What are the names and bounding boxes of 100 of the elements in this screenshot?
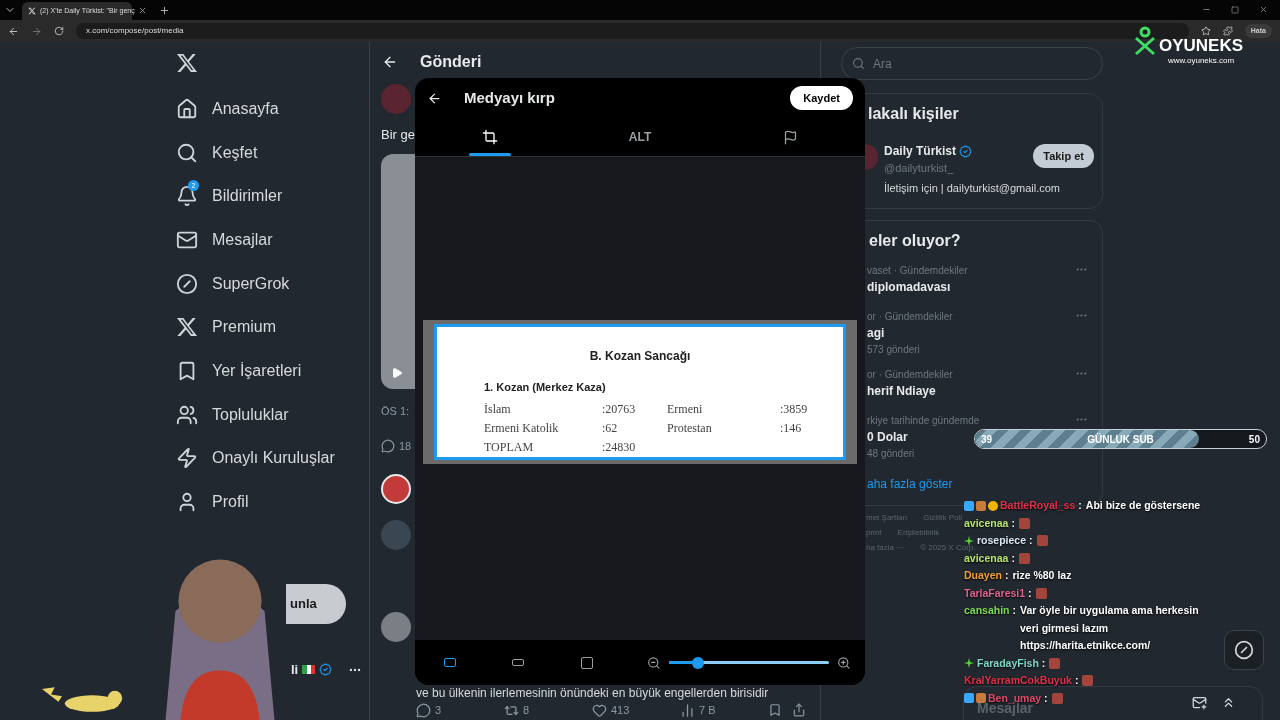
italy-flag-icon bbox=[302, 665, 316, 675]
gift-badge-icon bbox=[976, 500, 986, 511]
document-cell-text: Protestan bbox=[667, 419, 713, 437]
chat-username: KralYarramCokBuyuk bbox=[964, 673, 1072, 688]
reload-icon[interactable] bbox=[54, 26, 64, 36]
save-button[interactable]: Kaydet bbox=[790, 86, 853, 110]
action-count: 7 B bbox=[699, 702, 716, 718]
action-count: 8 bbox=[523, 702, 530, 718]
author-avatar bbox=[381, 84, 411, 114]
chat-username: BattleRoyal_ss bbox=[1000, 498, 1076, 513]
emote-icon bbox=[1018, 552, 1030, 564]
bookmark-icon[interactable] bbox=[768, 703, 782, 717]
nav-item[interactable]: Yer İşaretleri bbox=[176, 349, 369, 393]
emote-icon bbox=[1049, 657, 1061, 669]
maximize-icon[interactable] bbox=[1231, 6, 1239, 14]
search-icon bbox=[176, 141, 198, 164]
trend-name[interactable]: herif Ndiaye bbox=[867, 382, 936, 400]
nav-item[interactable]: Profil bbox=[176, 480, 369, 524]
slashed-circle-icon bbox=[176, 272, 198, 295]
gift-badge-icon bbox=[976, 693, 986, 704]
document-cell-text: :146 bbox=[780, 419, 803, 437]
nav-item[interactable]: Mesajlar bbox=[176, 218, 369, 262]
chat-username: FaradayFish bbox=[977, 655, 1039, 671]
sub-goal-current: 39 bbox=[981, 432, 993, 447]
star-icon[interactable] bbox=[1200, 26, 1211, 36]
play-icon[interactable] bbox=[391, 366, 403, 379]
chat-separator: : bbox=[1011, 550, 1015, 566]
action-count: 3 bbox=[435, 702, 442, 718]
share-icon[interactable] bbox=[792, 703, 806, 717]
trend-name[interactable]: diplomadavası bbox=[867, 278, 951, 296]
close-icon[interactable] bbox=[138, 6, 147, 15]
show-more-link[interactable]: aha fazla göster bbox=[867, 475, 1088, 493]
post-text: Bir ge bbox=[381, 126, 415, 144]
document-cell-text: :20763 bbox=[602, 400, 637, 418]
zoom-in-icon[interactable] bbox=[837, 655, 851, 670]
follow-button[interactable]: Takip et bbox=[1033, 144, 1094, 168]
close-window-icon[interactable] bbox=[1259, 5, 1268, 14]
slashed-circle-icon bbox=[1234, 640, 1254, 660]
zoom-out-icon[interactable] bbox=[647, 655, 661, 670]
sparkle-badge-icon bbox=[964, 535, 974, 546]
logo-wordmark: OYUNEKS bbox=[1159, 37, 1244, 55]
card-title: eler oluyor? bbox=[869, 231, 961, 251]
emote-icon bbox=[1051, 692, 1063, 704]
slider-thumb[interactable] bbox=[691, 656, 704, 669]
reply-text: ve bu ülkenin ilerlemesinin önündeki en büyük engellerden birisidir bbox=[416, 686, 769, 700]
back-icon[interactable] bbox=[8, 25, 19, 37]
chat-separator: : bbox=[1074, 673, 1079, 688]
puzzle-icon[interactable] bbox=[1222, 26, 1233, 36]
chat-separator: : bbox=[1044, 690, 1048, 706]
zoom-slider[interactable] bbox=[669, 655, 830, 670]
emote-icon bbox=[1018, 517, 1030, 529]
document-cell-text: Ermeni bbox=[667, 400, 704, 418]
document-cell-text: :3859 bbox=[780, 400, 809, 418]
nav-item[interactable]: SuperGrok bbox=[176, 261, 369, 306]
new-message-icon[interactable] bbox=[1192, 695, 1207, 710]
chat-username: avicenaa bbox=[964, 551, 1009, 566]
nav-item[interactable]: Keşfet bbox=[176, 130, 369, 175]
document-cell-text: Ermeni Katolik bbox=[484, 419, 560, 437]
sub-goal-target: 50 bbox=[1248, 432, 1260, 447]
nav-item[interactable]: Anasayfa bbox=[176, 87, 369, 131]
chat-separator: : bbox=[1041, 655, 1046, 671]
floating-action-button[interactable] bbox=[1224, 630, 1264, 670]
coin-badge-icon bbox=[988, 500, 998, 511]
x-logo-icon bbox=[176, 316, 198, 339]
x-logo-icon bbox=[28, 7, 36, 15]
cube-badge-icon bbox=[964, 693, 974, 704]
chat-separator: : bbox=[1012, 603, 1017, 618]
user-avatar bbox=[381, 519, 411, 550]
dialog-tab[interactable]: ALT bbox=[565, 118, 715, 156]
profile-name: Daily Türkist bbox=[884, 143, 957, 160]
chat-separator: : bbox=[1004, 568, 1009, 583]
trend-count: 573 gönderi bbox=[867, 343, 921, 357]
sub-goal-label: GÜNLUK SUB bbox=[1087, 432, 1154, 447]
verified-icon bbox=[319, 663, 333, 677]
document-cell-text: TOPLAM bbox=[484, 438, 535, 456]
address-bar[interactable]: x.com/compose/post/media bbox=[76, 23, 1189, 39]
post-button[interactable]: unla bbox=[286, 583, 346, 624]
nav-item[interactable]: Topluluklar bbox=[176, 392, 369, 437]
chat-text: Abi bize de göstersene bbox=[1085, 498, 1202, 513]
chat-username: TarlaFaresi1 bbox=[964, 585, 1026, 601]
logo-figure-icon bbox=[1133, 26, 1157, 56]
back-arrow-icon[interactable] bbox=[382, 54, 398, 70]
trend-name[interactable]: agi bbox=[867, 324, 885, 342]
forward-icon[interactable] bbox=[31, 25, 42, 37]
trend-name[interactable]: 0 Dolar bbox=[867, 428, 908, 446]
nav-item[interactable]: Premium bbox=[176, 305, 369, 350]
trend-context: or · Gündemdekiler bbox=[867, 368, 954, 382]
account-name: li bbox=[291, 660, 299, 679]
lightning-icon bbox=[176, 447, 198, 470]
nav-item[interactable]: Onaylı Kuruluşlar bbox=[176, 436, 369, 481]
page-title: Gönderi bbox=[420, 52, 482, 72]
new-tab-icon[interactable] bbox=[159, 5, 170, 16]
x-logo-icon bbox=[176, 52, 198, 74]
user-avatar bbox=[381, 611, 411, 642]
document-cell-text: :24830 bbox=[602, 438, 637, 456]
chat-username: Duayen bbox=[964, 568, 1002, 583]
search-icon bbox=[852, 57, 865, 70]
emote-icon bbox=[1082, 675, 1094, 686]
home-icon bbox=[176, 97, 198, 120]
sparkle-badge-icon bbox=[964, 658, 974, 669]
